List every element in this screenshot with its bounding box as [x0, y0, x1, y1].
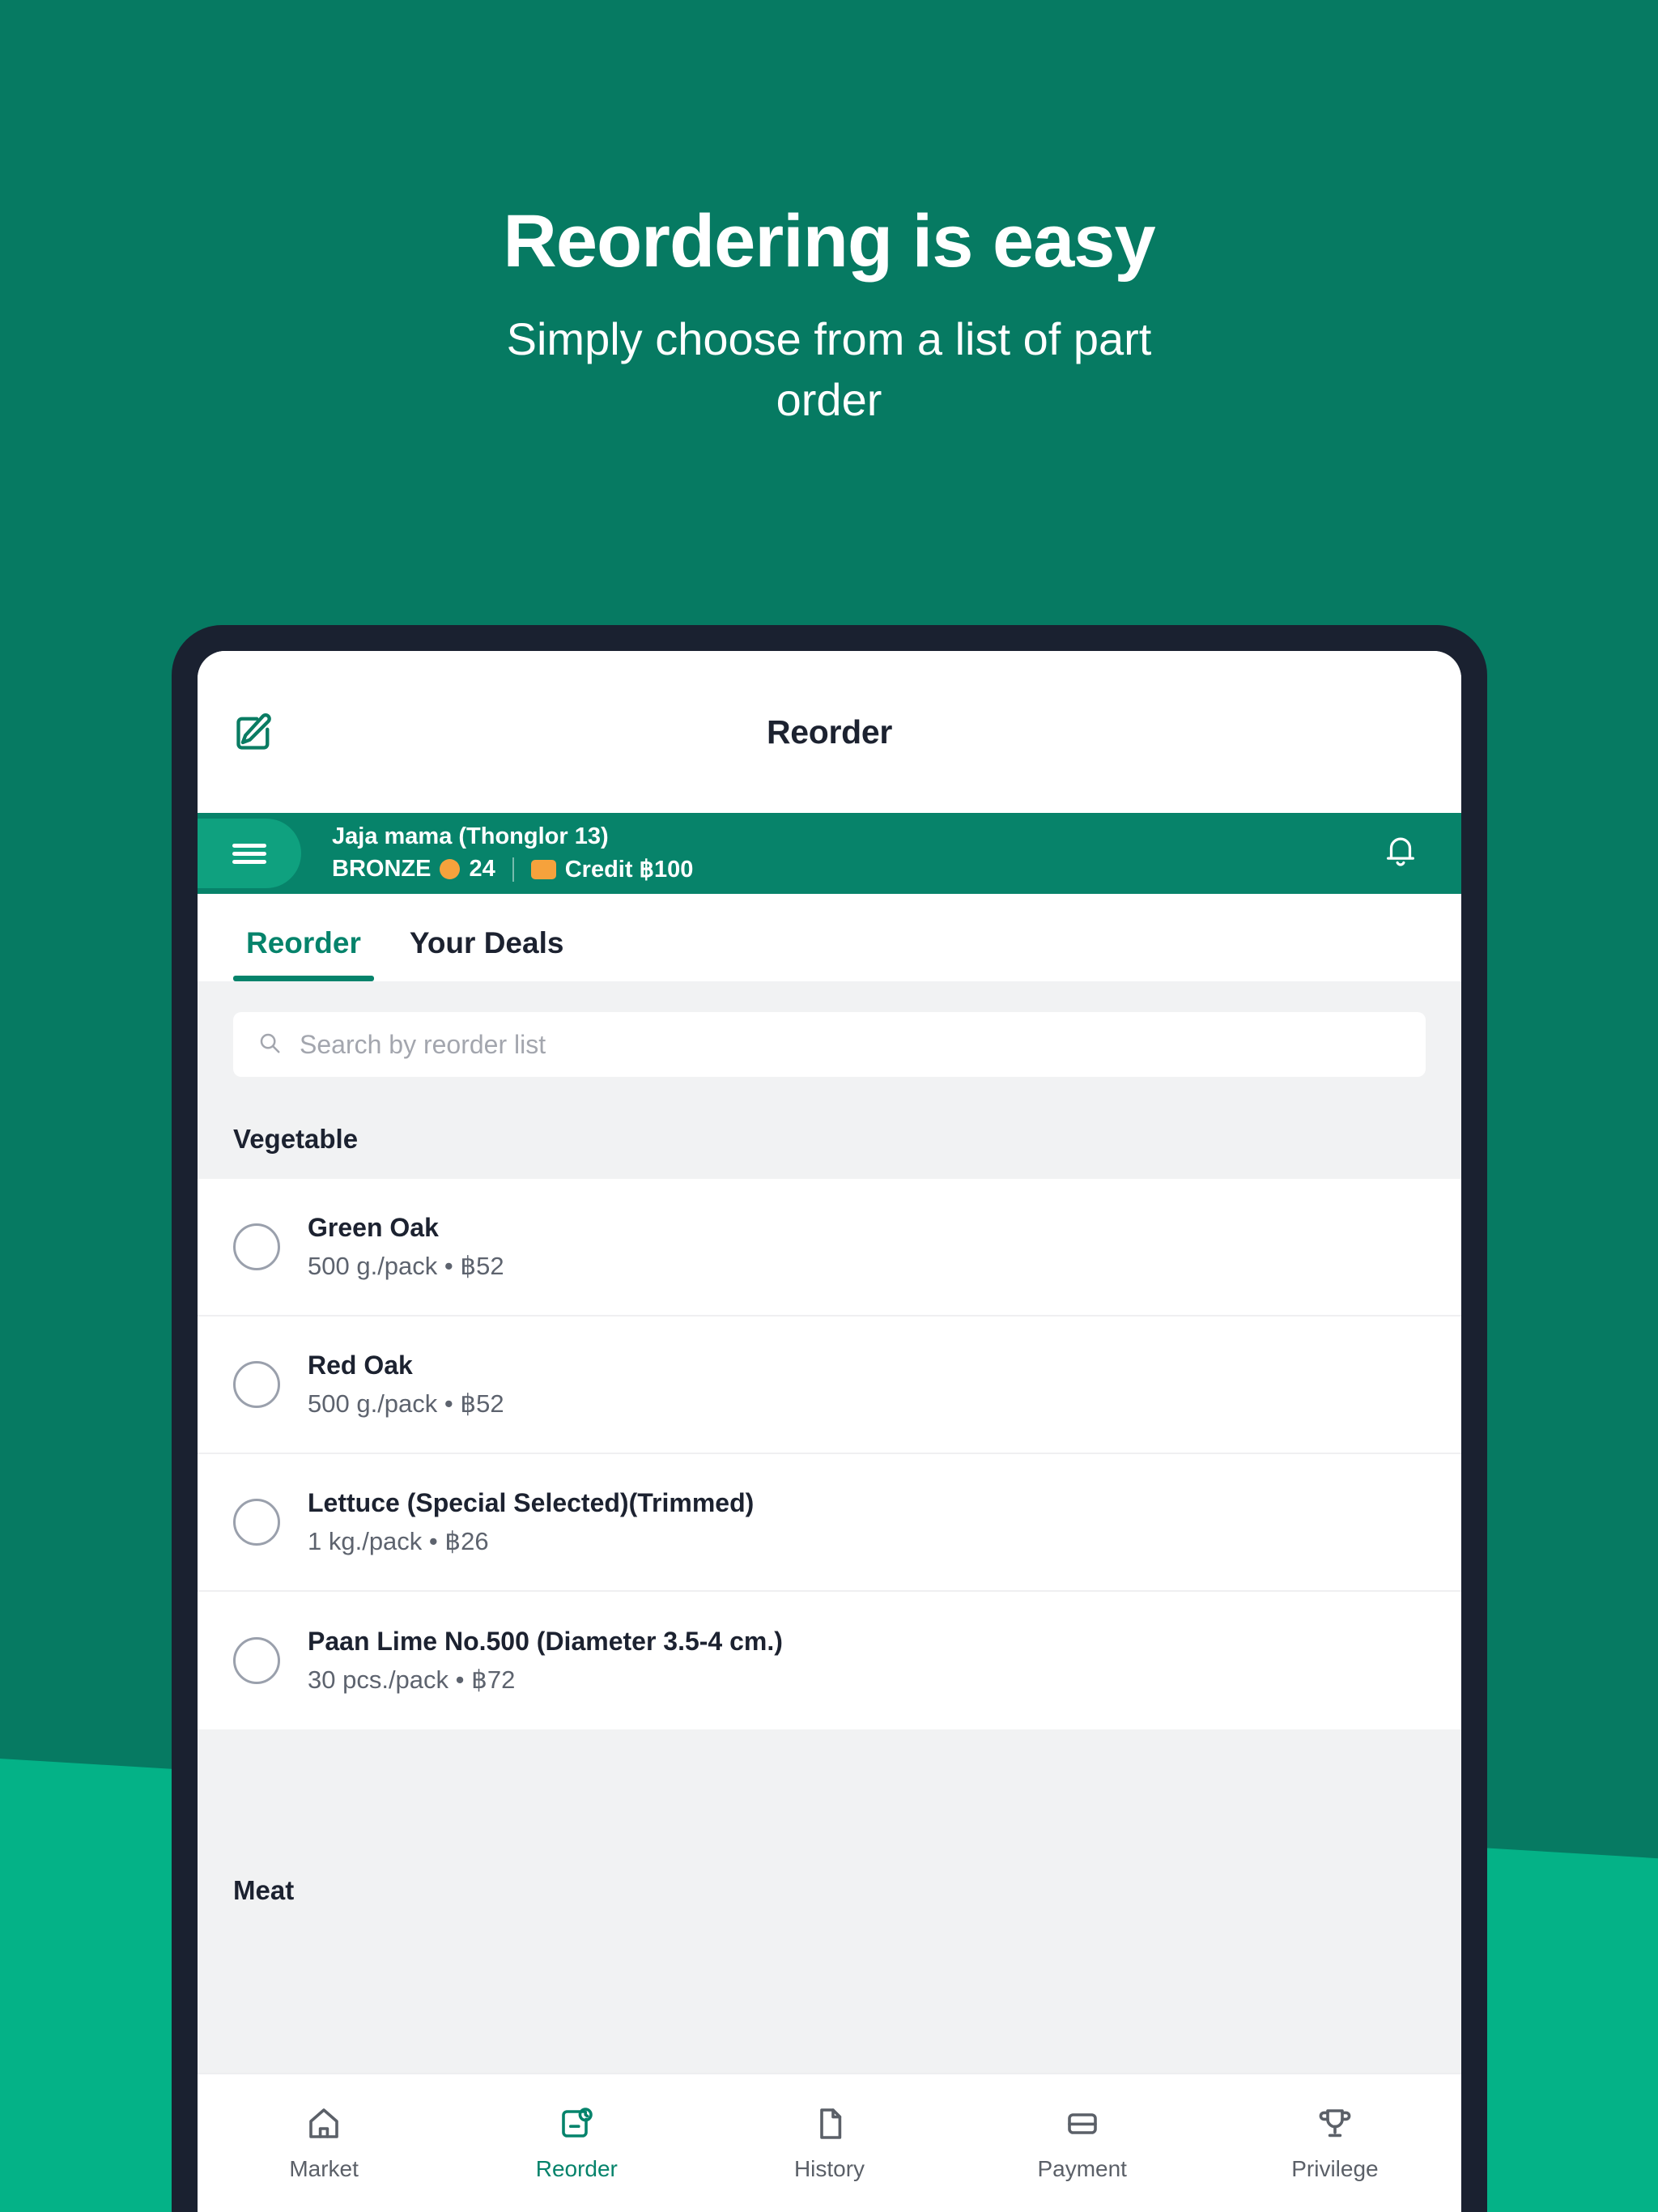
phone-mockup: Reorder Jaja mama (Thonglor 13) BRONZE 2… [172, 625, 1487, 2212]
notification-bell-icon[interactable] [1382, 832, 1419, 876]
item-texts: Lettuce (Special Selected)(Trimmed) 1 kg… [308, 1488, 754, 1556]
promo-subtitle: Simply choose from a list of part order [506, 313, 1152, 426]
search-section: Search by reorder list [198, 981, 1461, 1104]
section-header-meat: Meat [198, 1875, 1461, 1933]
select-radio[interactable] [233, 1637, 280, 1684]
document-icon [810, 2104, 849, 2143]
page-title: Reorder [766, 713, 893, 751]
select-radio[interactable] [233, 1223, 280, 1270]
list-item[interactable]: Lettuce (Special Selected)(Trimmed) 1 kg… [198, 1454, 1461, 1592]
store-meta: BRONZE 24 Credit ฿100 [332, 855, 693, 883]
select-radio[interactable] [233, 1361, 280, 1408]
tab-your-deals[interactable]: Your Deals [397, 926, 577, 981]
nav-item-market[interactable]: Market [198, 2104, 450, 2182]
item-name: Green Oak [308, 1213, 439, 1242]
credit-label: Credit ฿100 [564, 857, 694, 883]
nav-item-payment[interactable]: Payment [956, 2104, 1209, 2182]
store-info: Jaja mama (Thonglor 13) BRONZE 24 Credit… [332, 823, 693, 883]
item-detail: 30 pcs./pack • ฿72 [308, 1665, 516, 1694]
promo-block: Reordering is easy Simply choose from a … [0, 202, 1658, 431]
nav-item-reorder[interactable]: Reorder [450, 2104, 703, 2182]
tab-reorder[interactable]: Reorder [233, 926, 374, 981]
nav-label: Payment [1037, 2156, 1127, 2181]
list-item[interactable]: Green Oak 500 g./pack • ฿52 [198, 1179, 1461, 1317]
nav-label: History [793, 2156, 865, 2181]
coin-icon [440, 859, 461, 879]
item-name: Paan Lime No.500 (Diameter 3.5-4 cm.) [308, 1627, 783, 1656]
meta-divider [512, 857, 514, 882]
credit-card-icon [530, 859, 556, 879]
list-item[interactable]: Paan Lime No.500 (Diameter 3.5-4 cm.) 30… [198, 1592, 1461, 1729]
edit-square-icon[interactable] [233, 711, 275, 753]
item-name: Red Oak [308, 1351, 413, 1380]
hamburger-menu-icon[interactable] [198, 819, 301, 888]
bottom-navigation: Market Reorder History Payment Privilege [198, 2073, 1461, 2212]
item-name: Lettuce (Special Selected)(Trimmed) [308, 1488, 755, 1517]
tier-label: BRONZE [332, 856, 432, 882]
list-item[interactable]: Red Oak 500 g./pack • ฿52 [198, 1317, 1461, 1454]
tab-bar: Reorder Your Deals [198, 894, 1461, 981]
home-icon [304, 2104, 343, 2143]
credit-card-icon [1063, 2104, 1102, 2143]
item-texts: Paan Lime No.500 (Diameter 3.5-4 cm.) 30… [308, 1627, 783, 1695]
section-gap [198, 1729, 1461, 1875]
content-scroll-area[interactable]: Search by reorder list Vegetable Green O… [198, 981, 1461, 2073]
item-detail: 500 g./pack • ฿52 [308, 1252, 504, 1280]
section-header-vegetable: Vegetable [198, 1104, 1461, 1179]
promo-title: Reordering is easy [503, 200, 1155, 283]
nav-label: Market [289, 2156, 359, 2181]
nav-item-privilege[interactable]: Privilege [1209, 2104, 1461, 2182]
item-texts: Green Oak 500 g./pack • ฿52 [308, 1213, 504, 1281]
search-icon [257, 1031, 282, 1059]
product-list-vegetable: Green Oak 500 g./pack • ฿52 Red Oak 500 … [198, 1179, 1461, 1729]
points-value: 24 [469, 856, 495, 882]
search-input[interactable]: Search by reorder list [233, 1012, 1426, 1077]
item-texts: Red Oak 500 g./pack • ฿52 [308, 1351, 504, 1419]
nav-item-history[interactable]: History [703, 2104, 955, 2182]
item-detail: 1 kg./pack • ฿26 [308, 1527, 489, 1555]
store-name: Jaja mama (Thonglor 13) [332, 823, 609, 849]
nav-label: Privilege [1291, 2156, 1379, 2181]
reorder-clock-icon [557, 2104, 596, 2143]
trophy-icon [1316, 2104, 1354, 2143]
store-bar: Jaja mama (Thonglor 13) BRONZE 24 Credit… [198, 813, 1461, 894]
search-placeholder: Search by reorder list [300, 1029, 546, 1059]
select-radio[interactable] [233, 1499, 280, 1546]
item-detail: 500 g./pack • ฿52 [308, 1389, 504, 1418]
phone-screen: Reorder Jaja mama (Thonglor 13) BRONZE 2… [198, 651, 1461, 2212]
nav-label: Reorder [535, 2156, 618, 2181]
app-bar: Reorder [198, 651, 1461, 813]
